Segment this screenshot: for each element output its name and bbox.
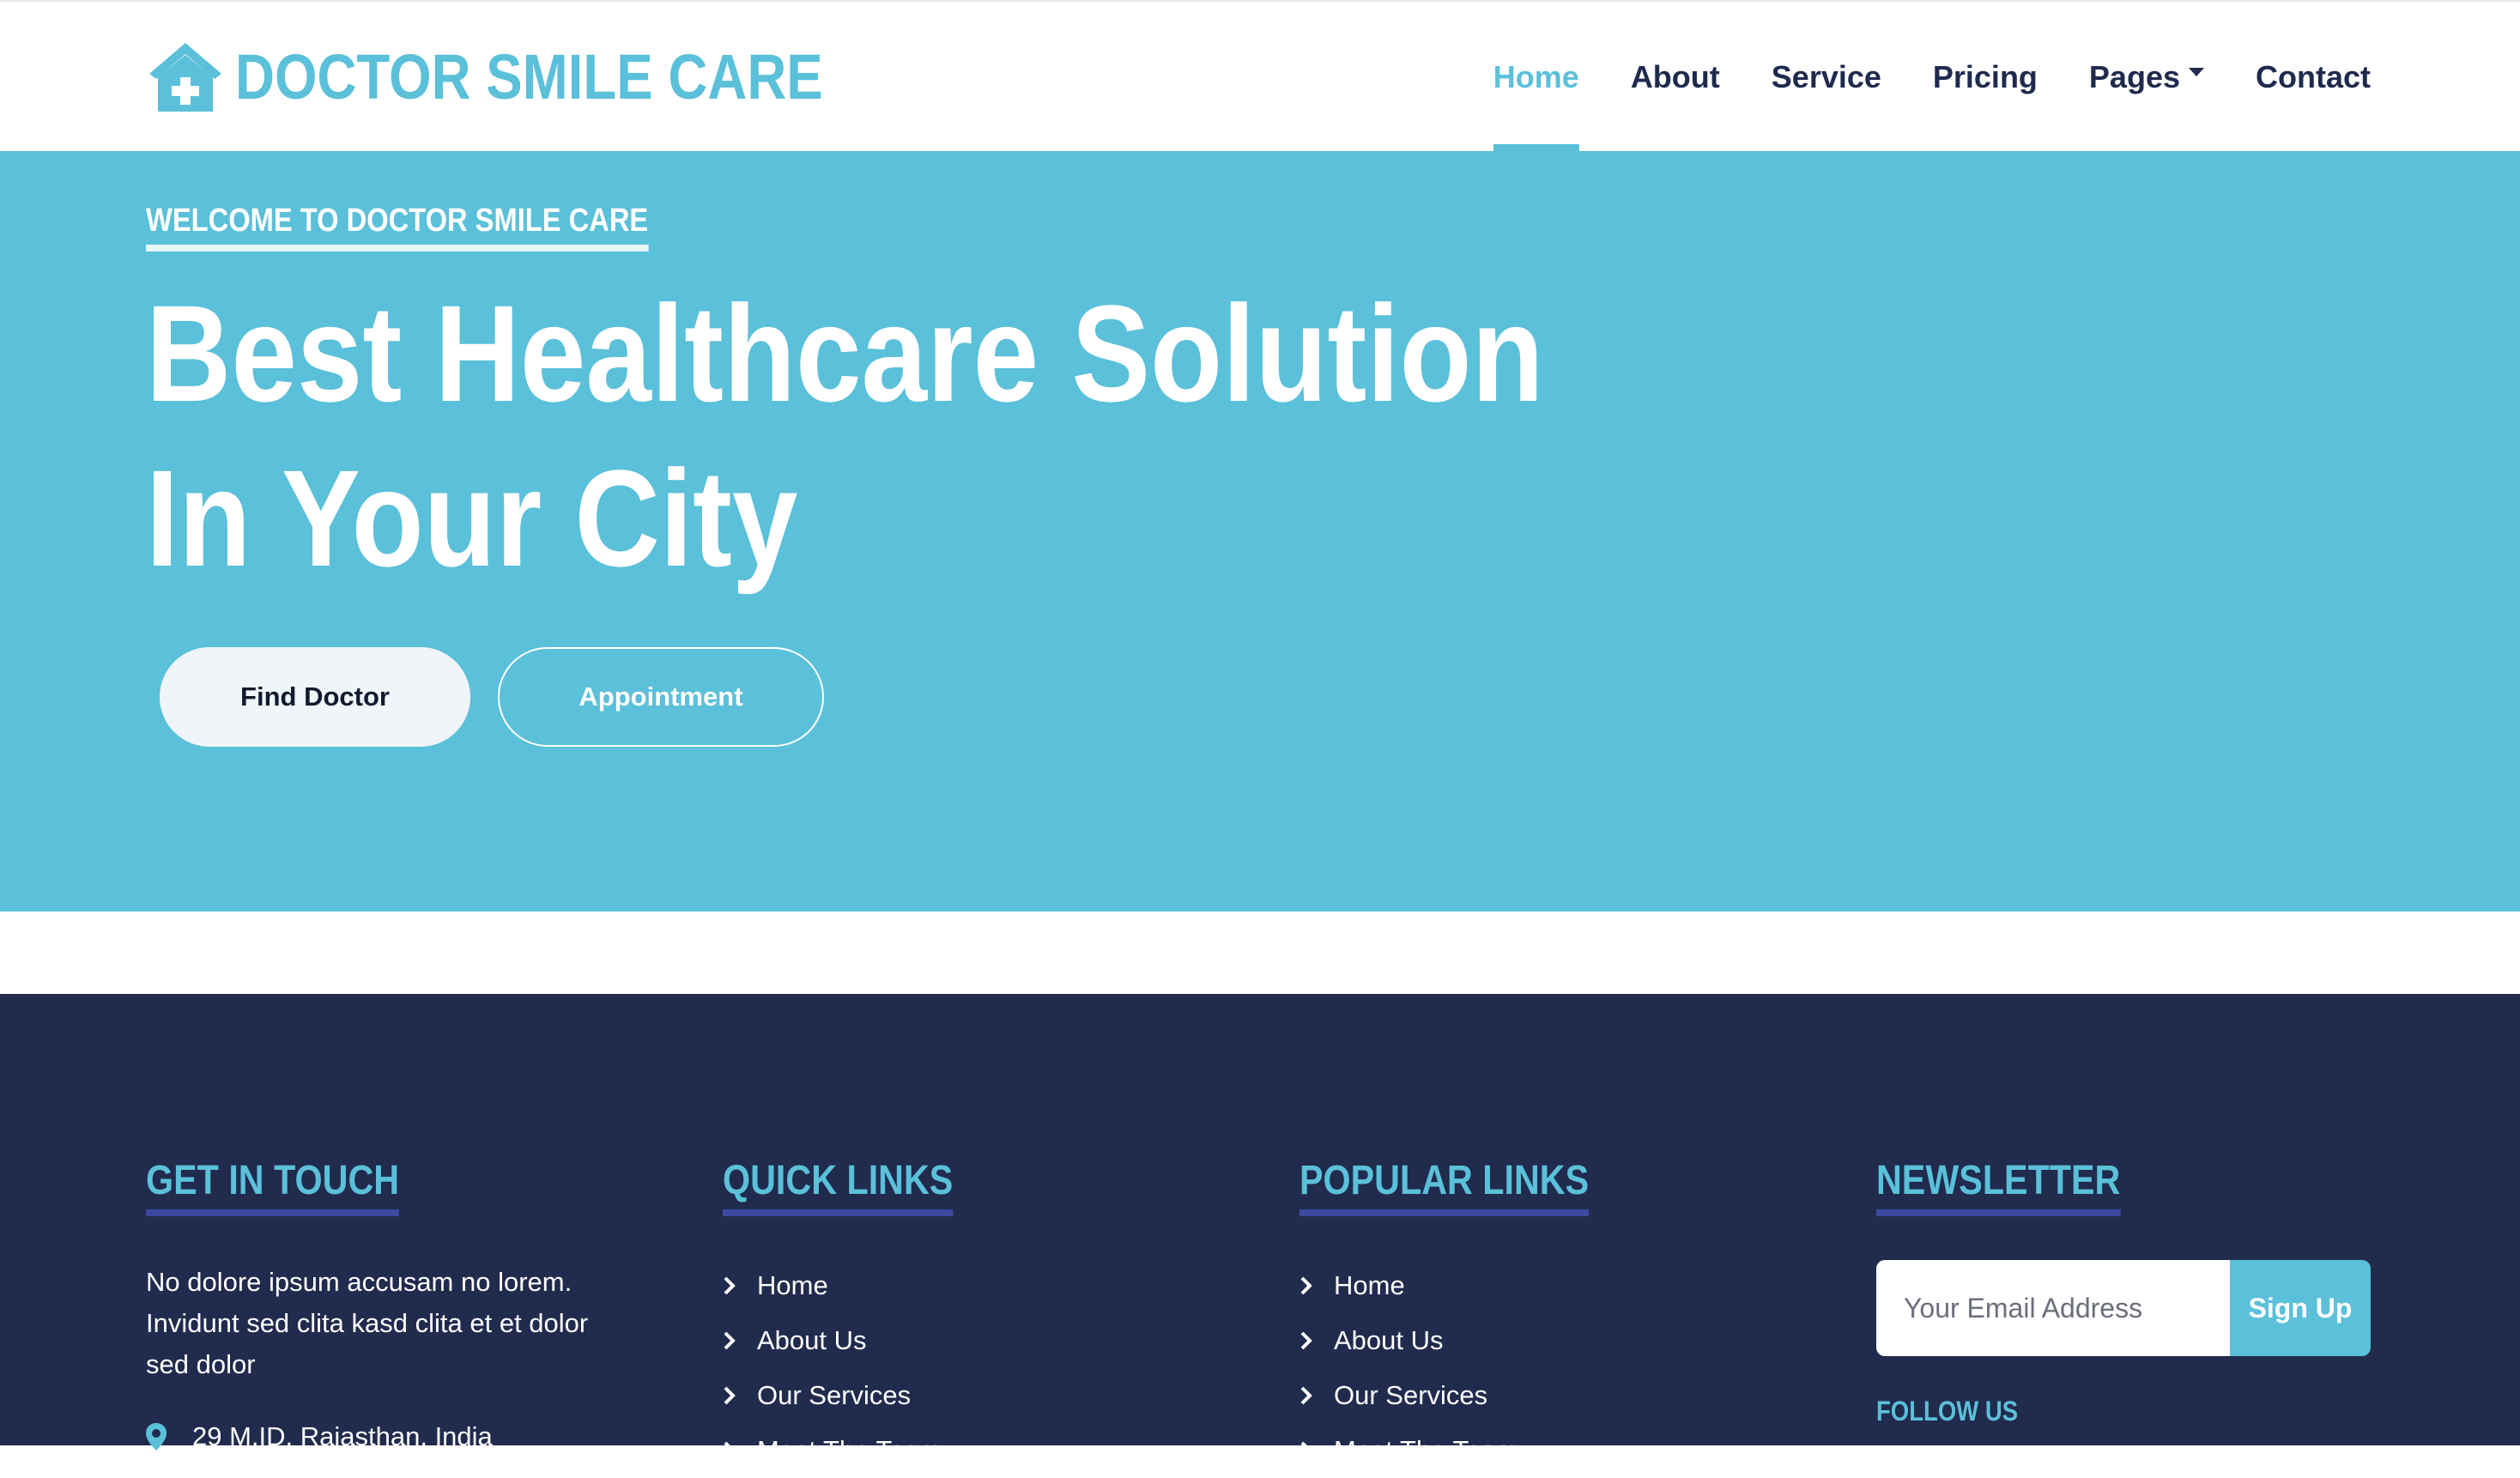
popular-link-services[interactable]: Our Services [1299,1368,1517,1423]
nav-contact[interactable]: Contact [2256,2,2371,153]
house-medical-icon [149,43,221,112]
sign-up-button[interactable]: Sign Up [2230,1260,2371,1356]
quick-link-label: Meet The Team [757,1435,942,1465]
popular-link-team[interactable]: Meet The Team [1299,1423,1517,1478]
brand-logo-link[interactable]: DOCTOR SMILE CARE [146,39,918,113]
quick-link-label: About Us [757,1325,867,1355]
main-nav: Home About Service Pricing Pages Contact [1442,2,2371,153]
address-text: 29 M.ID, Rajasthan, India [192,1421,493,1451]
hero-title-line-2: In Your City [146,441,798,595]
quick-link-label: Home [757,1270,828,1300]
quick-link-label: Our Services [757,1380,912,1410]
popular-link-about[interactable]: About Us [1299,1313,1517,1368]
quick-links-heading: QUICK LINKS [723,1157,954,1216]
nav-service[interactable]: Service [1772,2,1881,153]
footer: GET IN TOUCH No dolore ipsum accusam no … [0,994,2520,1465]
appointment-button[interactable]: Appointment [498,647,824,747]
hero-kicker: WELCOME TO DOCTOR SMILE CARE [146,203,649,251]
chevron-right-icon [724,1276,736,1295]
quick-link-home[interactable]: Home [723,1258,941,1313]
quick-link-about[interactable]: About Us [723,1313,941,1368]
chevron-right-icon [724,1441,736,1460]
navbar: DOCTOR SMILE CARE Home About Service Pri… [0,0,2520,153]
find-doctor-button[interactable]: Find Doctor [160,647,470,747]
chevron-right-icon [1300,1441,1312,1460]
chevron-right-icon [1300,1276,1312,1295]
newsletter-email-input[interactable] [1876,1260,2230,1356]
hero-section: WELCOME TO DOCTOR SMILE CARE Best Health… [0,151,2520,912]
follow-us-label: FOLLOW US [1876,1396,2019,1427]
popular-link-label: Our Services [1334,1380,1488,1410]
chevron-right-icon [1300,1331,1312,1350]
chevron-right-icon [1300,1386,1312,1405]
hero-title-line-1: Best Healthcare Solution [146,276,1544,430]
footer-address: 29 M.ID, Rajasthan, India [146,1421,493,1452]
nav-home[interactable]: Home [1493,2,1579,153]
popular-link-home[interactable]: Home [1299,1258,1517,1313]
map-marker-icon [146,1423,167,1451]
nav-pages-dropdown[interactable]: Pages [2089,2,2204,153]
popular-link-label: Meet The Team [1334,1435,1518,1465]
quick-link-services[interactable]: Our Services [723,1368,941,1423]
chevron-right-icon [724,1331,736,1350]
nav-about[interactable]: About [1631,2,1720,153]
quick-link-team[interactable]: Meet The Team [723,1423,941,1478]
get-in-touch-heading: GET IN TOUCH [146,1157,400,1216]
caret-down-icon [2189,68,2204,76]
popular-link-label: Home [1334,1270,1405,1300]
newsletter-form: Sign Up [1876,1260,2371,1356]
hero-title: Best Healthcare Solution In Your City [146,271,1544,601]
nav-pages-label: Pages [2088,59,2180,94]
newsletter-heading: NEWSLETTER [1876,1157,2121,1216]
chevron-right-icon [724,1386,736,1405]
nav-pricing[interactable]: Pricing [1933,2,2038,153]
brand-name: DOCTOR SMILE CARE [235,40,823,112]
popular-links-heading: POPULAR LINKS [1299,1157,1590,1216]
popular-link-label: About Us [1334,1325,1444,1355]
get-in-touch-text: No dolore ipsum accusam no lorem. Invidu… [146,1267,589,1379]
